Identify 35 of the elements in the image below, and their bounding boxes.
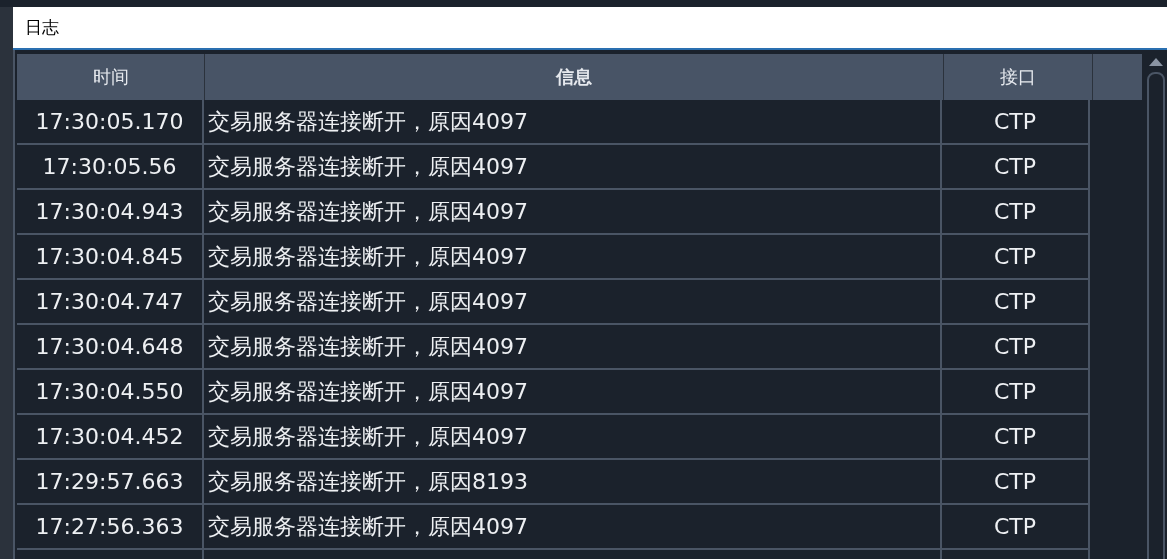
table-cell: CTP [942, 415, 1090, 460]
table-cell: 交易服务器连接断开，原因4097 [204, 415, 942, 460]
table-cell: CTP [942, 100, 1090, 145]
column-header[interactable]: 时间 [17, 54, 205, 100]
table-cell: 17:30:04.943 [17, 190, 204, 235]
column-header[interactable]: 信息 [205, 54, 944, 100]
table-cell: CTP [942, 235, 1090, 280]
table-cell: 17:29:57.663 [17, 460, 204, 505]
table-cell: CTP [942, 460, 1090, 505]
table-cell: 交易服务器连接断开，原因4097 [204, 100, 942, 145]
table-cell: 交易服务器连接断开，原因4097 [204, 190, 942, 235]
column-header[interactable]: 接口 [944, 54, 1093, 100]
table-cell: 交易服务器连接断开，原因4097 [204, 505, 942, 550]
table-cell: 交易服务器连接断开，原因4097 [204, 325, 942, 370]
table-cell: 17:30:04.648 [17, 325, 204, 370]
table-cell: 17:30:05.170 [17, 100, 204, 145]
table-cell: CTP [942, 325, 1090, 370]
table-cell: 17:30:04.747 [17, 280, 204, 325]
table-cell: CTP [942, 190, 1090, 235]
table-cell: 17:27:56.363 [17, 505, 204, 550]
table-cell: 17:30:05.56 [17, 145, 204, 190]
table-cell: 交易服务器连接断开，原因4097 [204, 145, 942, 190]
scroll-up-icon[interactable] [1149, 58, 1164, 66]
table-cell: CTP [942, 505, 1090, 550]
table-cell: CTP [942, 280, 1090, 325]
table-cell: 17:30:04.845 [17, 235, 204, 280]
table-cell: 17:30:04.550 [17, 370, 204, 415]
window-title: 日志 [25, 16, 59, 39]
table-cell: 交易服务器连接断开，原因8193 [204, 460, 942, 505]
table-cell: CTP [942, 145, 1090, 190]
table-cell: 交易服务器连接断开，原因4097 [204, 235, 942, 280]
table-cell: 17:30:04.452 [17, 415, 204, 460]
table-cell: 交易服务器连接断开，原因4097 [204, 280, 942, 325]
table-cell: CTP [942, 370, 1090, 415]
table-cell: 交易服务器连接断开，原因4097 [204, 370, 942, 415]
